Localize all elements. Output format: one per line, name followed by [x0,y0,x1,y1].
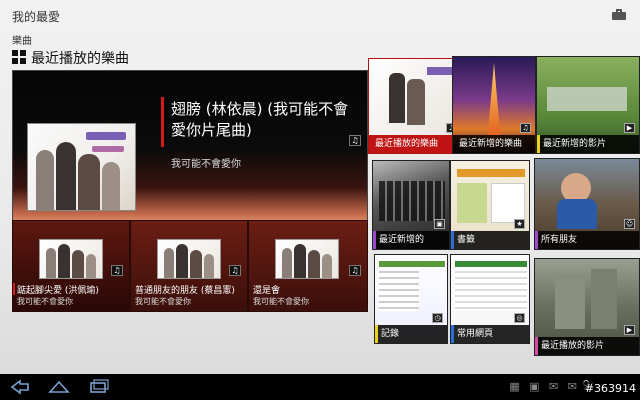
globe-icon: ◎ [514,313,525,323]
track-item[interactable]: ♫ 踮起腳尖愛 (洪佩瑜) 我可能不會愛你 [12,220,130,312]
tile-recent-added-music[interactable]: 最近新增的樂曲 ♫ [452,56,536,154]
tile-label: 常用網頁 [451,325,529,343]
music-note-icon: ♫ [520,123,531,133]
tile-history[interactable]: 記錄 ◷ [374,254,448,344]
tile-accent-bar [537,135,540,153]
status-indicators: ▦ ▣ ✉ ✉ [509,380,580,393]
tile-frequent-sites[interactable]: 常用網頁 ◎ [450,254,530,344]
tile-all-friends[interactable]: 所有朋友 ☺ [534,158,640,250]
album-name: 我可能不會愛你 [171,159,241,170]
back-icon[interactable] [8,378,34,396]
track-item[interactable]: ♫ 還是會 我可能不會愛你 [248,220,368,312]
tile-recent-photos[interactable]: 最近新增的 ▣ [372,160,450,250]
tile-label: 最近新增的影片 [537,135,639,153]
watermark: #363914 [582,382,638,395]
track-item[interactable]: ♫ 普通朋友的朋友 (蔡昌憲) 我可能不會愛你 [130,220,248,312]
system-nav-bar: ▦ ▣ ✉ ✉ 9: [0,374,640,400]
music-note-icon: ♫ [349,135,361,146]
song-title: 翅膀 (林依晨) (我可能不會愛你片尾曲) [171,100,349,139]
breadcrumb: 樂曲 [12,36,32,47]
section-title: 最近播放的樂曲 [31,51,129,67]
track-thumbnail [39,239,103,279]
briefcase-icon[interactable] [612,9,626,20]
video-icon: ▶ [624,123,635,133]
track-title: 踮起腳尖愛 (洪佩瑜) [17,286,99,296]
music-note-icon: ♫ [111,265,123,276]
tile-label: 最近播放的影片 [535,337,639,355]
title-accent-bar [161,97,164,147]
track-title: 還是會 [253,286,281,296]
tile-accent-bar [375,325,378,343]
track-album: 我可能不會愛你 [17,297,73,306]
music-note-icon: ♫ [349,265,361,276]
tile-label: 最近新增的樂曲 [453,135,535,153]
tile-bookmarks[interactable]: 書籤 ★ [450,160,530,250]
app-title: 我的最愛 [12,10,61,24]
tile-accent-bar [451,325,454,343]
music-note-icon: ♫ [229,265,241,276]
tile-recent-music[interactable]: 最近播放的樂曲 ♫ [368,58,462,154]
tile-accent-bar [451,231,454,249]
tile-label: 書籤 [451,231,529,249]
tile-recent-videos[interactable]: 最近新增的影片 ▶ [536,56,640,154]
tile-label: 最近新增的 [373,231,449,249]
track-list: ♫ 踮起腳尖愛 (洪佩瑜) 我可能不會愛你 ♫ 普通朋友的朋友 (蔡昌憲) 我可… [12,220,368,312]
track-album: 我可能不會愛你 [253,297,309,306]
bookmark-icon: ★ [514,219,525,229]
track-accent-bar [13,283,15,295]
category-tiles: 最近播放的樂曲 ♫ 最近新增的樂曲 ♫ 最近新增的影片 ▶ 最近新增的 ▣ 書籤… [368,56,640,366]
tile-accent-bar [535,231,538,249]
tile-recent-played-videos[interactable]: 最近播放的影片 ▶ [534,258,640,356]
people-icon: ☺ [624,219,635,229]
tile-label: 最近播放的樂曲 [369,135,461,153]
recent-apps-icon[interactable] [86,378,112,396]
track-thumbnail [157,239,221,279]
history-icon: ◷ [432,313,443,323]
tile-accent-bar [535,337,538,355]
image-icon: ▣ [434,219,445,229]
tile-label: 記錄 [375,325,447,343]
home-icon[interactable] [46,378,72,396]
action-bar: 我的最愛 [0,0,640,30]
now-playing-card[interactable]: 翅膀 (林依晨) (我可能不會愛你片尾曲) 我可能不會愛你 ♫ [12,70,368,228]
grid-icon [12,50,26,64]
video-icon: ▶ [624,325,635,335]
album-cover [27,123,136,211]
track-album: 我可能不會愛你 [135,297,191,306]
tile-label: 所有朋友 [535,231,639,249]
tile-accent-bar [373,231,376,249]
track-title: 普通朋友的朋友 (蔡昌憲) [135,286,235,296]
track-thumbnail [275,239,339,279]
